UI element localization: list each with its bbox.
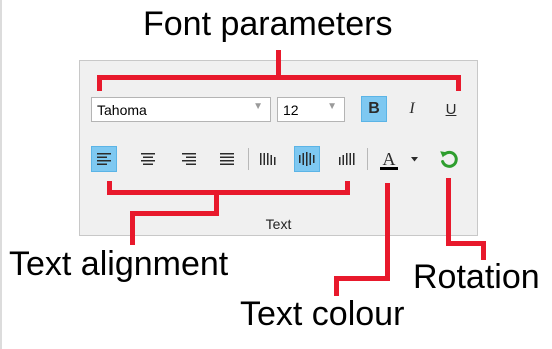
underline-label: U <box>445 100 457 118</box>
text-colour-dropdown[interactable] <box>407 146 421 172</box>
italic-button[interactable]: I <box>399 96 425 122</box>
text-alignment-bracket <box>107 190 350 195</box>
font-size-value: 12 <box>283 102 299 118</box>
align-right-icon <box>182 153 196 165</box>
rotation-callout: Rotation <box>413 258 540 296</box>
font-parameters-bracket <box>97 75 461 80</box>
font-family-value: Tahoma <box>97 102 147 118</box>
italic-label: I <box>409 100 415 117</box>
distribute-right-button[interactable] <box>334 146 360 172</box>
bold-button[interactable]: B <box>361 96 387 122</box>
toolbar-separator <box>367 148 368 170</box>
underline-button[interactable]: U <box>438 96 464 122</box>
align-center-icon <box>141 153 155 165</box>
text-group-label: Text <box>265 216 292 232</box>
distribute-left-button[interactable] <box>255 146 281 172</box>
font-parameters-bracket-right <box>456 75 461 91</box>
distribute-left-icon <box>260 153 276 165</box>
align-center-button[interactable] <box>135 146 161 172</box>
align-left-button[interactable] <box>91 146 117 172</box>
rotation-connector <box>446 178 451 246</box>
text-alignment-connector-h <box>130 211 219 216</box>
rotation-connector-down <box>481 241 486 260</box>
toolbar-separator <box>248 148 249 170</box>
font-parameters-bracket-left <box>97 75 102 91</box>
dropdown-arrow-icon <box>410 156 418 161</box>
rotate-button[interactable] <box>435 145 463 173</box>
align-right-button[interactable] <box>176 146 202 172</box>
font-parameters-connector <box>276 50 281 77</box>
rotation-connector-h <box>446 241 486 246</box>
distribute-center-icon <box>299 152 315 166</box>
distribute-right-icon <box>339 153 355 165</box>
text-alignment-callout: Text alignment <box>9 245 229 283</box>
rotate-icon <box>440 150 458 168</box>
text-colour-button[interactable]: A <box>375 145 403 173</box>
text-colour-connector-h <box>334 276 390 281</box>
distribute-center-button[interactable] <box>294 146 320 172</box>
bold-label: B <box>368 100 380 117</box>
chevron-down-icon: ▼ <box>327 101 337 112</box>
font-parameters-callout: Font parameters <box>143 5 393 43</box>
align-left-icon <box>97 153 111 165</box>
text-colour-connector <box>385 183 390 281</box>
text-colour-swatch <box>380 167 398 170</box>
text-colour-connector-down <box>334 276 339 296</box>
align-justify-button[interactable] <box>214 146 240 172</box>
chevron-down-icon: ▼ <box>253 101 263 112</box>
text-colour-callout: Text colour <box>240 295 405 333</box>
text-toolbar-panel: Tahoma ▼ 12 ▼ B I U A Text <box>79 60 478 236</box>
font-family-combo[interactable]: Tahoma ▼ <box>91 97 271 122</box>
text-alignment-connector-down <box>130 211 135 245</box>
font-size-combo[interactable]: 12 ▼ <box>277 97 345 122</box>
align-justify-icon <box>220 153 234 165</box>
left-frame-edge <box>0 0 2 349</box>
